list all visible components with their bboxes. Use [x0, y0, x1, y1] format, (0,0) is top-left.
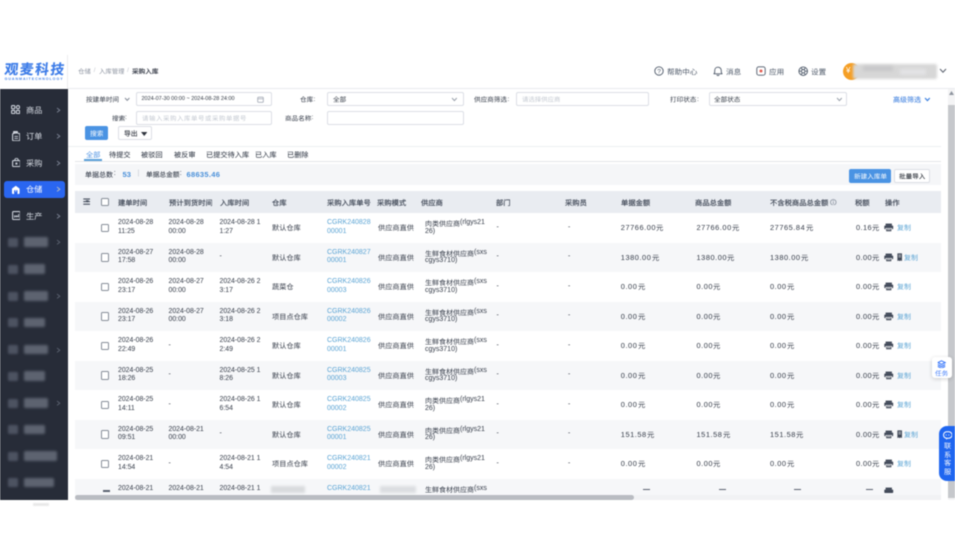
svg-text:?: ?	[657, 68, 661, 75]
